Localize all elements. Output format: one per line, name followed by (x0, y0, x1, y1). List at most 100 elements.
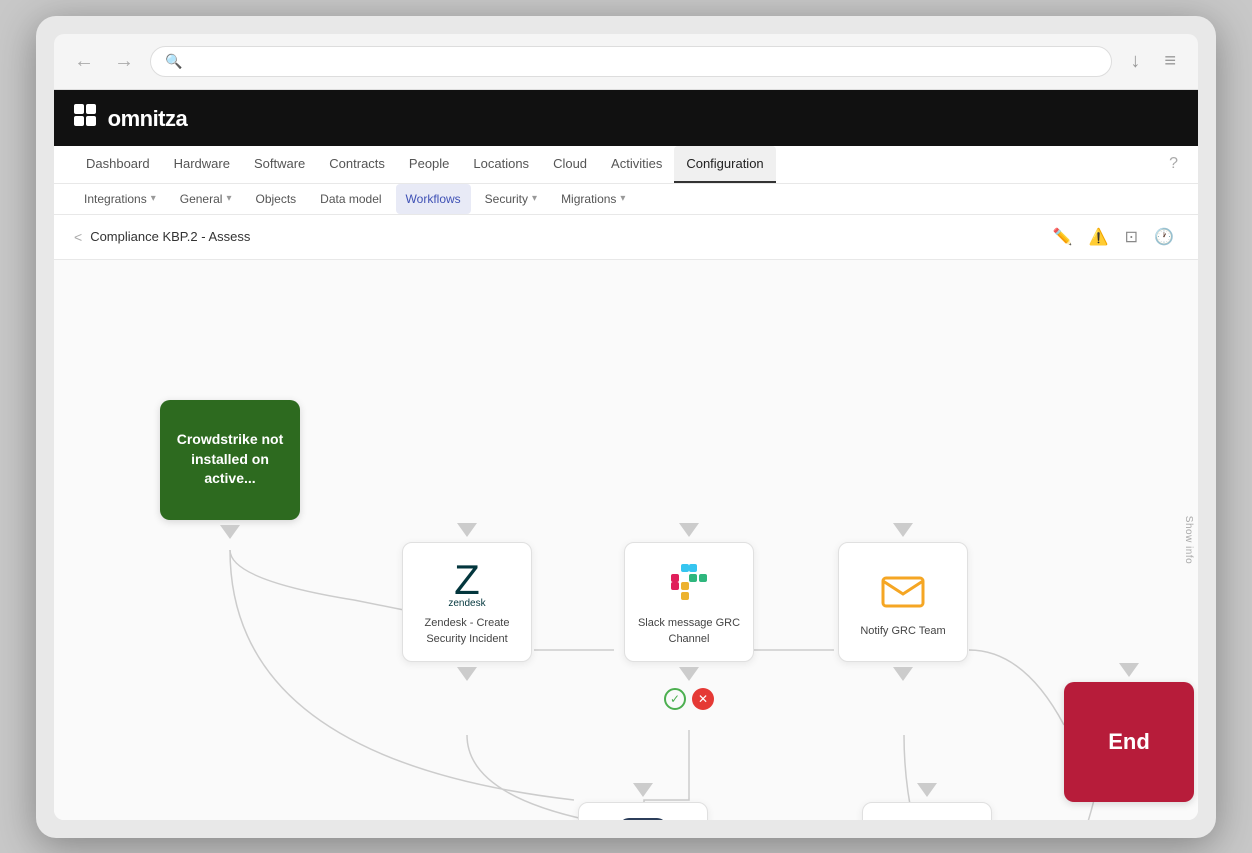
logo: omnitza (74, 104, 187, 132)
top-nav: omnitza (54, 90, 1198, 146)
breadcrumb-bar: < Compliance KBP.2 - Assess ✏️ ⚠️ ⊡ 🕐 (54, 215, 1198, 260)
breadcrumb-title: Compliance KBP.2 - Assess (90, 229, 250, 244)
workflows-label: Workflows (406, 192, 461, 206)
main-nav-items: Dashboard Hardware Software Contracts Pe… (74, 146, 776, 183)
sub-nav-workflows[interactable]: Workflows (396, 184, 471, 214)
migrations-chevron: ▾ (620, 193, 625, 204)
browser-chrome: ← → 🔍 ↓ ≡ (54, 34, 1198, 90)
notify-connector-bottom (889, 664, 917, 684)
history-button[interactable]: 🕐 (1150, 223, 1178, 251)
connector-triangle (1119, 663, 1139, 677)
nav-configuration[interactable]: Configuration (674, 146, 775, 183)
sub-nav-objects[interactable]: Objects (245, 184, 306, 214)
warning-button[interactable]: ⚠️ (1085, 223, 1113, 251)
slack-node[interactable]: Slack message GRC Channel ✓ ✕ (624, 520, 754, 710)
end-node-card[interactable]: End (1064, 682, 1194, 802)
end-node[interactable]: End (1064, 660, 1194, 802)
slack-icon (663, 556, 715, 608)
jamf-connector-top (629, 780, 657, 800)
sub-nav-migrations[interactable]: Migrations ▾ (551, 184, 635, 214)
zendesk-close-connector-top (913, 780, 941, 800)
integrations-label: Integrations (84, 192, 147, 206)
nav-dashboard[interactable]: Dashboard (74, 146, 162, 183)
start-node[interactable]: Crowdstrike not installed on active... (160, 400, 300, 542)
zendesk-create-label: Zendesk - Create Security Incident (403, 616, 531, 647)
connector-triangle (893, 667, 913, 681)
zendesk-create-connector-bottom (453, 664, 481, 684)
sub-nav-integrations[interactable]: Integrations ▾ (74, 184, 166, 214)
security-label: Security (485, 192, 528, 206)
breadcrumb-actions: ✏️ ⚠️ ⊡ 🕐 (1049, 223, 1178, 251)
zendesk-create-node[interactable]: Z zendesk Zendesk - Create Security Inci… (402, 520, 532, 684)
show-info-button[interactable]: Show info (1179, 507, 1198, 571)
slack-success-badge[interactable]: ✓ (664, 688, 686, 710)
sub-nav-general[interactable]: General ▾ (170, 184, 242, 214)
notify-icon (877, 564, 929, 616)
sub-nav-data-model[interactable]: Data model (310, 184, 391, 214)
connector-triangle (633, 783, 653, 797)
show-info-container: Show info (1179, 507, 1198, 571)
zendesk-create-card[interactable]: Z zendesk Zendesk - Create Security Inci… (402, 542, 532, 662)
end-connector-top (1115, 660, 1143, 680)
notify-label: Notify GRC Team (852, 624, 953, 639)
connector-triangle (679, 523, 699, 537)
nav-software[interactable]: Software (242, 146, 317, 183)
address-bar: 🔍 (150, 46, 1112, 77)
notify-connector-top (889, 520, 917, 540)
connector-triangle (893, 523, 913, 537)
edit-button[interactable]: ✏️ (1049, 223, 1077, 251)
nav-cloud[interactable]: Cloud (541, 146, 599, 183)
jamf-icon: j (617, 816, 669, 819)
menu-button[interactable]: ≡ (1158, 46, 1182, 77)
nav-people[interactable]: People (397, 146, 461, 183)
slack-label: Slack message GRC Channel (625, 616, 753, 647)
zendesk-close-card[interactable]: Z zendesk Zendesk - Close Ticket (862, 802, 992, 820)
slack-card[interactable]: Slack message GRC Channel (624, 542, 754, 662)
notify-grc-node[interactable]: Notify GRC Team (838, 520, 968, 684)
forward-button[interactable]: → (110, 46, 138, 77)
zendesk-close-node[interactable]: Z zendesk Zendesk - Close Ticket (862, 780, 992, 820)
jamf-card[interactable]: j Jamf Deploy Crowdstrike (578, 802, 708, 820)
objects-label: Objects (255, 192, 296, 206)
security-chevron: ▾ (532, 193, 537, 204)
notify-card[interactable]: Notify GRC Team (838, 542, 968, 662)
sub-nav-security[interactable]: Security ▾ (475, 184, 547, 214)
general-label: General (180, 192, 223, 206)
svg-text:zendesk: zendesk (448, 598, 486, 608)
back-button[interactable]: ← (70, 46, 98, 77)
download-button[interactable]: ↓ (1124, 46, 1146, 77)
connector-triangle (679, 667, 699, 681)
nav-activities[interactable]: Activities (599, 146, 674, 183)
browser-content: omnitza Dashboard Hardware Software Cont… (54, 90, 1198, 820)
integrations-chevron: ▾ (151, 193, 156, 204)
slack-connector-bottom (675, 664, 703, 684)
zendesk-create-icon: Z zendesk (441, 556, 493, 608)
breadcrumb-back-button[interactable]: < (74, 229, 82, 245)
main-nav: Dashboard Hardware Software Contracts Pe… (54, 146, 1198, 184)
connector-triangle (457, 667, 477, 681)
help-icon[interactable]: ? (1169, 155, 1178, 173)
data-model-label: Data model (320, 192, 381, 206)
migrations-label: Migrations (561, 192, 616, 206)
workflow-canvas: Crowdstrike not installed on active... Z… (54, 260, 1198, 820)
breadcrumb-left: < Compliance KBP.2 - Assess (74, 229, 250, 245)
layout-button[interactable]: ⊡ (1121, 223, 1142, 251)
nav-hardware[interactable]: Hardware (162, 146, 242, 183)
connector-triangle (220, 525, 240, 539)
logo-icon (74, 104, 96, 126)
general-chevron: ▾ (226, 193, 231, 204)
nav-locations[interactable]: Locations (461, 146, 541, 183)
search-icon: 🔍 (165, 53, 182, 70)
slack-connector-top (675, 520, 703, 540)
jamf-node[interactable]: j Jamf Deploy Crowdstrike ✓ ✕ (578, 780, 708, 820)
start-node-text: Crowdstrike not installed on active... (172, 430, 288, 489)
search-input[interactable] (190, 54, 1097, 69)
end-node-text: End (1108, 729, 1150, 755)
slack-error-badge[interactable]: ✕ (692, 688, 714, 710)
slack-status-row: ✓ ✕ (664, 688, 714, 710)
svg-text:Z: Z (454, 556, 480, 603)
connector-triangle (917, 783, 937, 797)
nav-contracts[interactable]: Contracts (317, 146, 397, 183)
connector-triangle (457, 523, 477, 537)
start-node-card[interactable]: Crowdstrike not installed on active... (160, 400, 300, 520)
